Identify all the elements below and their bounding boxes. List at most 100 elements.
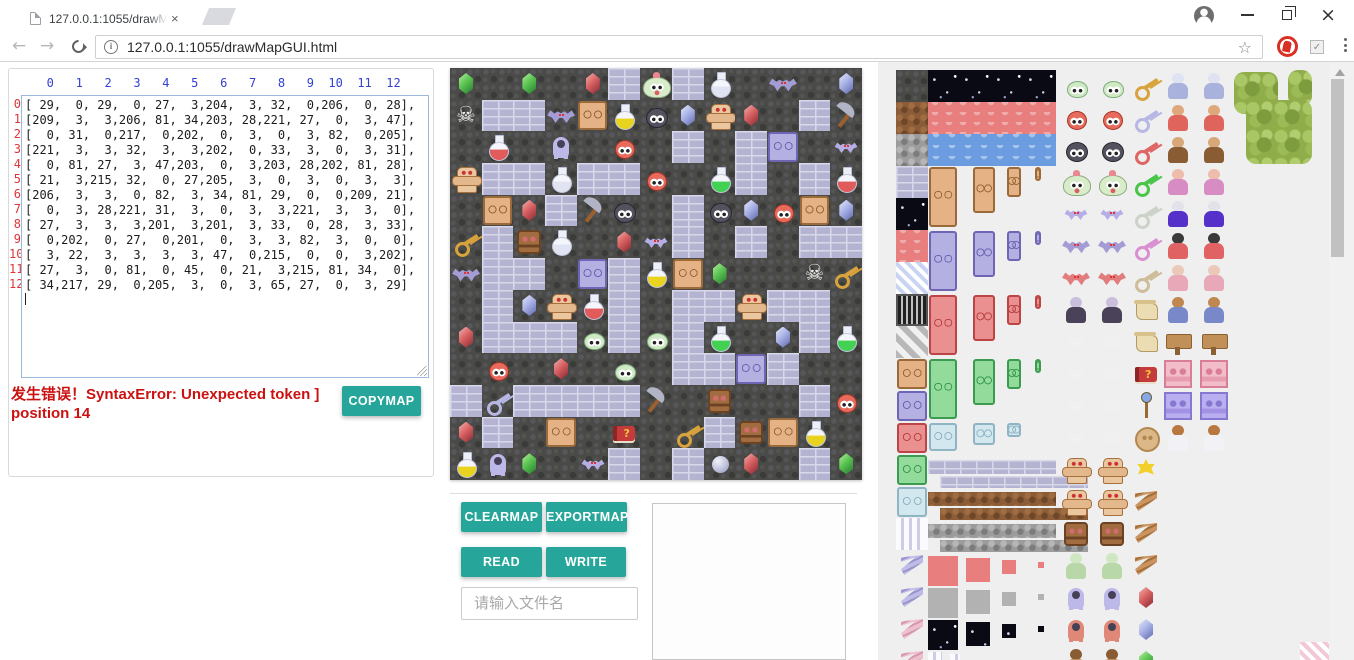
palette-golem-warrior[interactable] <box>1096 486 1128 518</box>
palette-tile-wing-pink[interactable] <box>896 614 928 646</box>
pickaxe-tile[interactable] <box>640 385 672 417</box>
green-slime-tile[interactable] <box>608 353 640 385</box>
palette-boy[interactable] <box>1198 294 1230 326</box>
back-icon[interactable]: ← <box>12 36 26 56</box>
clear-potion-tile[interactable] <box>545 226 577 258</box>
palette-wing-item[interactable] <box>1130 518 1162 550</box>
yellow-potion-tile[interactable] <box>450 448 482 480</box>
green-gem-tile[interactable] <box>513 448 545 480</box>
palette-green-slime[interactable] <box>1096 70 1128 102</box>
filename-input[interactable] <box>461 587 638 620</box>
yellow-potion-tile[interactable] <box>608 100 640 132</box>
palette-tile-red-ground[interactable] <box>896 230 928 262</box>
brick-floor-tile[interactable] <box>799 322 831 354</box>
dark-ground-tile[interactable] <box>450 195 482 227</box>
palette-door-ice-large[interactable] <box>928 422 958 452</box>
read-button[interactable]: READ <box>461 547 542 577</box>
brick-floor-tile[interactable] <box>513 100 545 132</box>
dark-ground-tile[interactable] <box>830 353 862 385</box>
palette-boy[interactable] <box>1162 294 1194 326</box>
textarea-resize-grip[interactable] <box>417 366 427 376</box>
palette-skeleton-armored[interactable] <box>1060 422 1092 454</box>
blue-gem-tile[interactable] <box>767 322 799 354</box>
write-button[interactable]: WRITE <box>546 547 626 577</box>
tab-close-icon[interactable]: × <box>171 12 179 25</box>
copymap-button[interactable]: COPYMAP <box>342 386 421 416</box>
pickaxe-tile[interactable] <box>830 100 862 132</box>
browser-tab[interactable]: 127.0.0.1:1055/drawMa × <box>8 4 198 33</box>
palette-tile-brick-floor[interactable] <box>896 166 928 198</box>
brick-floor-tile[interactable] <box>767 290 799 322</box>
palette-strip-water[interactable] <box>928 134 1056 166</box>
palette-tree-big[interactable] <box>1246 100 1312 164</box>
brick-floor-tile[interactable] <box>672 448 704 480</box>
dark-ground-tile[interactable] <box>640 353 672 385</box>
page-scrollbar[interactable] <box>1329 62 1354 660</box>
palette-green-key[interactable] <box>1130 166 1162 198</box>
palette-tile-wing-lavender[interactable] <box>896 582 928 614</box>
brick-floor-tile[interactable] <box>735 226 767 258</box>
palette-gold-key[interactable] <box>1130 70 1162 102</box>
palette-mip-starfield[interactable] <box>966 622 990 646</box>
palette-tile-stairs[interactable] <box>896 326 928 358</box>
dark-ground-tile[interactable] <box>482 68 514 100</box>
skeleton-tile[interactable] <box>450 100 482 132</box>
dark-ground-tile[interactable] <box>450 131 482 163</box>
palette-small-bat[interactable] <box>1060 198 1092 230</box>
palette-mip-gray[interactable] <box>1002 592 1016 606</box>
brick-floor-tile[interactable] <box>672 353 704 385</box>
palette-golem[interactable] <box>1060 454 1092 486</box>
red-blob-tile[interactable] <box>830 385 862 417</box>
palette-tile-dark-ground[interactable] <box>896 70 928 102</box>
palette-pink-key[interactable] <box>1130 230 1162 262</box>
red-blob-tile[interactable] <box>767 195 799 227</box>
brick-floor-tile[interactable] <box>545 322 577 354</box>
dark-ground-tile[interactable] <box>640 195 672 227</box>
brick-floor-tile[interactable] <box>672 290 704 322</box>
dark-ground-tile[interactable] <box>577 226 609 258</box>
palette-pillar-tall[interactable] <box>928 652 942 660</box>
dark-ground-tile[interactable] <box>799 353 831 385</box>
dark-ground-tile[interactable] <box>704 131 736 163</box>
url-text[interactable]: 127.0.0.1:1055/drawMapGUI.html <box>127 39 1238 55</box>
palette-strip-starfield[interactable] <box>928 70 1056 102</box>
wood-door-tile[interactable] <box>672 258 704 290</box>
palette-door-green-mid[interactable] <box>972 358 996 406</box>
brick-floor-tile[interactable] <box>672 131 704 163</box>
palette-red-gem[interactable] <box>1130 582 1162 614</box>
green-gem-tile[interactable] <box>513 68 545 100</box>
dark-ground-tile[interactable] <box>545 68 577 100</box>
palette-zombie[interactable] <box>1060 550 1092 582</box>
red-potion-tile[interactable] <box>482 131 514 163</box>
stone-face-tile[interactable] <box>513 226 545 258</box>
brick-floor-tile[interactable] <box>672 226 704 258</box>
palette-yellow-star[interactable] <box>1130 454 1162 486</box>
palette-mip-red[interactable] <box>1002 560 1016 574</box>
silver-orb-tile[interactable] <box>704 448 736 480</box>
brick-floor-tile[interactable] <box>672 322 704 354</box>
palette-blue-wizard[interactable] <box>1162 198 1194 230</box>
checkbox-extension-icon[interactable]: ✓ <box>1310 40 1324 54</box>
dark-ground-tile[interactable] <box>767 163 799 195</box>
palette-lavender-ghost[interactable] <box>1096 582 1128 614</box>
url-bar[interactable]: i 127.0.0.1:1055/drawMapGUI.html ☆ <box>95 35 1263 59</box>
wood-door-tile[interactable] <box>482 195 514 227</box>
dark-ground-tile[interactable] <box>640 417 672 449</box>
palette-wing-flag[interactable] <box>1130 550 1162 582</box>
palette-door-red-large[interactable] <box>928 294 958 356</box>
yellow-potion-tile[interactable] <box>640 258 672 290</box>
palette-red-blob[interactable] <box>1096 102 1128 134</box>
blue-gem-tile[interactable] <box>830 68 862 100</box>
palette-spell-book[interactable] <box>1130 358 1162 390</box>
palette-door-green-tiny[interactable] <box>1034 358 1042 374</box>
brick-floor-tile[interactable] <box>608 290 640 322</box>
palette-red-priest[interactable] <box>1162 230 1194 262</box>
dark-ground-tile[interactable] <box>735 322 767 354</box>
palette-skeleton-warrior[interactable] <box>1060 390 1092 422</box>
palette-red-ghost[interactable] <box>1096 614 1128 646</box>
green-gem-tile[interactable] <box>704 258 736 290</box>
brick-floor-tile[interactable] <box>450 385 482 417</box>
dark-ground-tile[interactable] <box>640 290 672 322</box>
palette-tile-red-door[interactable] <box>896 422 928 454</box>
wood-door-tile[interactable] <box>545 417 577 449</box>
